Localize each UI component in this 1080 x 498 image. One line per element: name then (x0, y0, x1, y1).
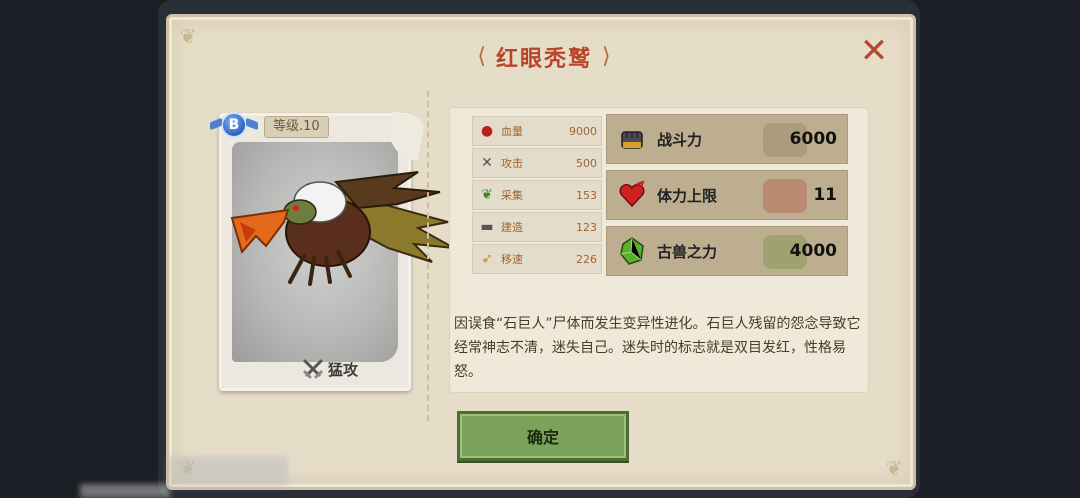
level-tag: 等级.10 (264, 116, 329, 138)
green-crystal-icon (620, 237, 644, 265)
stat-label: 攻击 (501, 157, 523, 170)
stat-row-attack: ✕ 攻击 500 (472, 148, 602, 178)
leaf-icon: ❦ (481, 187, 493, 203)
title-left-flourish-icon: ⟨ (477, 44, 486, 69)
title-banner: ⟨ 红眼秃鹫 ⟩ (439, 39, 649, 75)
dialog-title: 红眼秃鹫 (495, 47, 592, 72)
censored-region (168, 456, 288, 486)
winged-boot-icon: ➶ (481, 251, 493, 267)
crossed-swords-icon (303, 359, 323, 379)
stats-panel: ● 血量 9000 ✕ 攻击 500 ❦ 采集 153 ▬ 建造 123 ➶ 移 (449, 107, 869, 393)
major-stats-list: 战斗力 6000 体力上限 11 古兽之力 4000 (606, 114, 848, 282)
stat-value: 9000 (569, 124, 597, 138)
stat-row-stamina-limit: 体力上限 11 (606, 170, 848, 220)
stat-label: 血量 (501, 125, 523, 138)
skill-row: 猛攻 (302, 358, 358, 380)
blood-drop-icon: ● (480, 123, 494, 139)
red-eyed-vulture-illustration (230, 171, 454, 286)
crossed-swords-icon: ✕ (481, 155, 493, 171)
corner-ornament-icon: ❦ (885, 456, 903, 480)
confirm-button[interactable]: 确定 (457, 411, 629, 461)
stat-value: 500 (576, 156, 597, 170)
stat-row-ancient-beast-power: 古兽之力 4000 (606, 226, 848, 276)
corner-ornament-icon: ❦ (179, 24, 197, 48)
stat-value: 123 (576, 220, 597, 234)
stat-label: 移速 (501, 253, 523, 266)
censored-region (80, 484, 170, 498)
stat-value: 11 (813, 185, 837, 205)
creature-card: B 等级.10 猛攻 (210, 110, 454, 391)
stat-row-combat-power: 战斗力 6000 (606, 114, 848, 164)
creature-description: 因误食“石巨人”尸体而发生变异性进化。石巨人残留的怨念导致它经常神志不清，迷失自… (454, 316, 861, 380)
creature-info-dialog: ❦ ❦ ❦ ⟨ 红眼秃鹫 ⟩ ✕ B 等级.10 (166, 14, 916, 490)
stat-row-build: ▬ 建造 123 (472, 212, 602, 242)
stat-value: 6000 (789, 129, 837, 149)
stat-value: 4000 (789, 241, 837, 261)
fist-icon (621, 131, 643, 149)
title-right-flourish-icon: ⟩ (602, 44, 611, 69)
anvil-icon: ▬ (480, 219, 494, 235)
rank-badge: B (210, 112, 258, 138)
skill-label: 猛攻 (328, 360, 359, 379)
rank-gem-icon: B (221, 112, 247, 138)
stat-value: 153 (576, 188, 597, 202)
stat-label: 采集 (501, 189, 523, 202)
stat-label: 建造 (501, 221, 523, 234)
stat-value: 226 (576, 252, 597, 266)
basic-stats-list: ● 血量 9000 ✕ 攻击 500 ❦ 采集 153 ▬ 建造 123 ➶ 移 (472, 116, 602, 276)
stat-row-hp: ● 血量 9000 (472, 116, 602, 146)
close-x-icon: ✕ (859, 31, 889, 71)
heart-icon (619, 180, 645, 208)
stat-row-gather: ❦ 采集 153 (472, 180, 602, 210)
vertical-divider (427, 91, 429, 421)
stat-row-speed: ➶ 移速 226 (472, 244, 602, 274)
close-button[interactable]: ✕ (857, 34, 891, 69)
